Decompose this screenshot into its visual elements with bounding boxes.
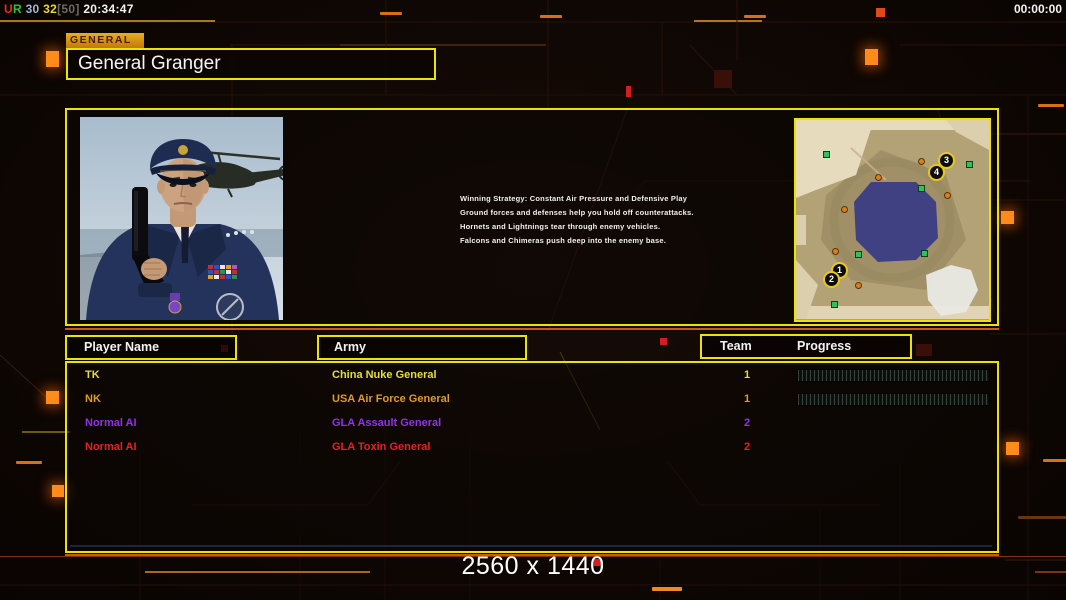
progress-bar	[797, 393, 990, 406]
minimap-orange-dot	[832, 248, 839, 255]
circuit-dash	[540, 15, 562, 18]
strategy-line: Ground forces and defenses help you hold…	[460, 208, 694, 217]
panel-underline	[65, 328, 999, 330]
minimap-start-marker: 4	[928, 164, 945, 181]
player-name: NK	[85, 393, 101, 405]
player-army: GLA Assault General	[332, 417, 442, 429]
medal-ribbons	[208, 265, 237, 279]
header-army: Army	[317, 335, 527, 360]
player-row: NK USA Air Force General 1	[65, 389, 995, 409]
glow-square	[1001, 211, 1014, 224]
glow-square	[46, 391, 59, 404]
general-portrait	[80, 117, 283, 320]
status-u: U	[4, 2, 13, 16]
player-army: GLA Toxin General	[332, 441, 431, 453]
general-name-box: General Granger	[66, 48, 436, 80]
minimap-green-dot	[823, 151, 830, 158]
header-team-progress: Team Progress	[700, 334, 912, 359]
dim-square	[916, 344, 932, 356]
strategy-line: Winning Strategy: Constant Air Pressure …	[460, 194, 688, 203]
debug-status-bar: UR 30 32[50] 20:34:47	[4, 2, 134, 16]
strategy-text: Winning Strategy: Constant Air Pressure …	[460, 192, 790, 248]
minimap-orange-dot	[875, 174, 882, 181]
general-name: General Granger	[78, 53, 221, 74]
circuit-dash	[380, 12, 402, 15]
player-name: Normal AI	[85, 441, 137, 453]
game-timer: 00:00:00	[1013, 2, 1062, 16]
dim-square	[714, 70, 732, 88]
glow-square	[46, 51, 59, 67]
player-row: Normal AI GLA Assault General 2	[65, 413, 995, 433]
minimap-start-marker: 2	[823, 271, 840, 288]
minimap: 1234	[794, 118, 991, 322]
minimap-markers: 1234	[796, 120, 989, 320]
header-team-label: Team	[720, 339, 752, 353]
header-player-label: Player Name	[84, 340, 160, 354]
circuit-dash	[652, 587, 682, 591]
player-army: China Nuke General	[332, 369, 437, 381]
glow-square	[865, 49, 878, 65]
panel-inner-line	[70, 545, 992, 547]
header-player-name: Player Name	[65, 335, 237, 360]
red-square	[626, 86, 631, 97]
player-team: 1	[743, 369, 751, 381]
minimap-orange-dot	[855, 282, 862, 289]
circuit-dash	[1018, 516, 1066, 519]
minimap-green-dot	[966, 161, 973, 168]
status-clock: 20:34:47	[83, 2, 134, 16]
general-tab: GENERAL	[66, 33, 144, 48]
player-row: TK China Nuke General 1	[65, 365, 995, 385]
resolution-label: 2560 x 1440	[461, 552, 605, 580]
minimap-green-dot	[855, 251, 862, 258]
minimap-orange-dot	[944, 192, 951, 199]
status-num-yellow: 32	[43, 2, 58, 16]
circuit-dash	[16, 461, 42, 464]
strategy-line: Hornets and Lightnings tear through enem…	[460, 222, 661, 231]
header-progress-label: Progress	[797, 339, 852, 353]
player-army: USA Air Force General	[332, 393, 450, 405]
status-num-gray: [50]	[57, 2, 80, 16]
minimap-green-dot	[831, 301, 838, 308]
circuit-dash	[1038, 104, 1064, 107]
progress-bar	[797, 369, 990, 382]
status-r: R	[12, 2, 22, 16]
glow-square	[52, 485, 64, 497]
header-army-label: Army	[334, 340, 366, 354]
loading-screen: UR 30 32[50] 20:34:47 00:00:00 GENERAL G…	[0, 0, 1066, 600]
player-team: 2	[743, 441, 751, 453]
player-team: 1	[743, 393, 751, 405]
minimap-orange-dot	[841, 206, 848, 213]
player-row: Normal AI GLA Toxin General 2	[65, 437, 995, 457]
glow-square	[1006, 442, 1019, 455]
orange-square	[876, 8, 885, 17]
red-square	[660, 338, 667, 345]
minimap-green-dot	[921, 250, 928, 257]
minimap-green-dot	[918, 185, 925, 192]
status-num-blue: 30	[25, 2, 40, 16]
minimap-orange-dot	[918, 158, 925, 165]
player-name: Normal AI	[85, 417, 137, 429]
circuit-dash	[744, 15, 766, 18]
player-team: 2	[743, 417, 751, 429]
strategy-line: Falcons and Chimeras push deep into the …	[460, 236, 667, 245]
player-name: TK	[85, 369, 100, 381]
circuit-dash	[1043, 459, 1066, 462]
